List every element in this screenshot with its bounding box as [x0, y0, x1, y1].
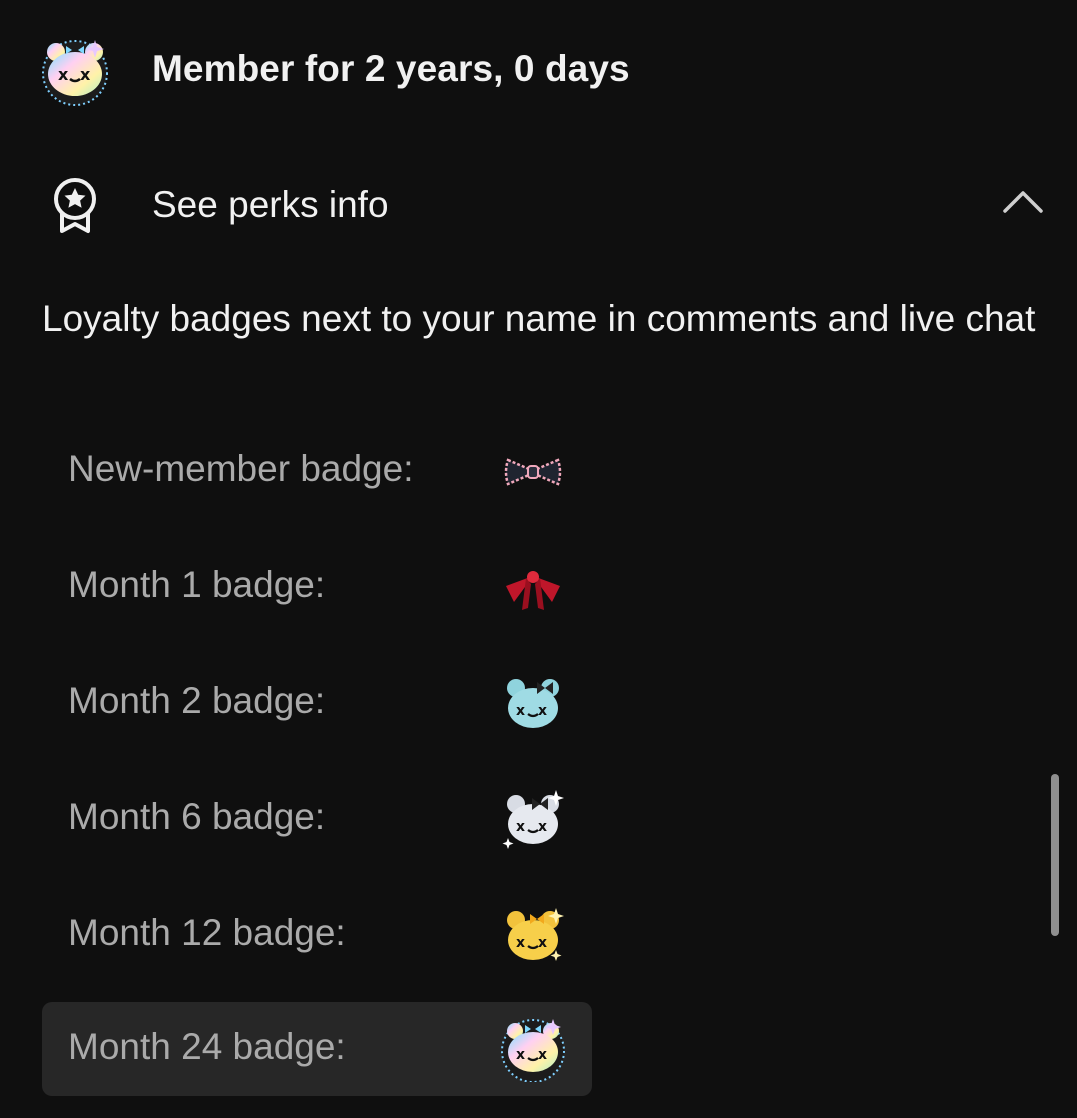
badge-row-month-1: Month 1 badge:	[42, 540, 592, 634]
badge-row-month-24: Month 24 badge: x x	[42, 1002, 592, 1096]
svg-text:x: x	[538, 1047, 547, 1063]
membership-status-row: x x Member for 2 years, 0 days	[0, 0, 1077, 140]
badge-label: New-member badge:	[68, 448, 414, 489]
svg-text:x: x	[58, 65, 69, 84]
perk-description: Loyalty badges next to your name in comm…	[42, 298, 1036, 339]
svg-text:x: x	[80, 65, 91, 84]
badge-label: Month 6 badge:	[68, 796, 326, 837]
see-perks-info-label: See perks info	[152, 184, 389, 225]
svg-text:x: x	[516, 1047, 525, 1063]
svg-text:x: x	[516, 703, 525, 719]
gold-bear-icon: x x	[507, 908, 564, 961]
badge-label: Month 2 badge:	[68, 680, 326, 721]
svg-text:x: x	[538, 935, 547, 951]
award-ribbon-icon	[54, 178, 96, 233]
svg-text:x: x	[538, 819, 547, 835]
red-ribbon-icon	[506, 571, 560, 610]
badge-row-new-member: New-member badge:	[42, 424, 592, 518]
badge-row-month-2: Month 2 badge: x x	[42, 656, 592, 750]
badge-label: Month 12 badge:	[68, 912, 346, 953]
membership-duration-text: Member for 2 years, 0 days	[152, 48, 630, 89]
badge-row-month-12: Month 12 badge: x x	[42, 888, 592, 982]
bowtie-icon	[504, 458, 562, 486]
scrollbar-thumb[interactable]	[1051, 774, 1059, 936]
svg-text:x: x	[538, 703, 547, 719]
badge-row-month-6: Month 6 badge: x x	[42, 772, 592, 866]
silver-bear-icon: x x	[502, 790, 564, 849]
see-perks-info-toggle[interactable]: See perks info	[0, 150, 1077, 260]
bear-badge-icon: x x	[42, 40, 108, 106]
chevron-up-icon[interactable]	[1002, 188, 1044, 216]
teal-bear-icon: x x	[507, 679, 559, 728]
badge-label: Month 1 badge:	[68, 564, 326, 605]
rainbow-bear-icon: x x	[501, 1019, 565, 1082]
badge-label: Month 24 badge:	[68, 1026, 346, 1067]
svg-text:x: x	[516, 935, 525, 951]
svg-text:x: x	[516, 819, 525, 835]
